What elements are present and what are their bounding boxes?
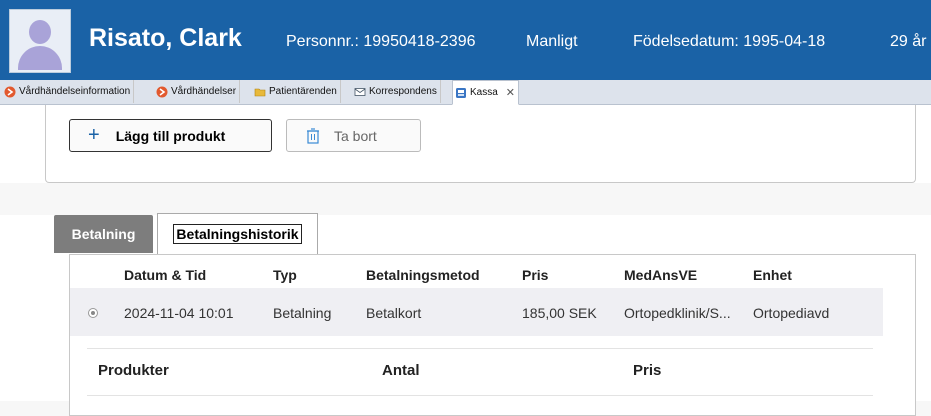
envelope-icon: [354, 87, 366, 96]
plus-icon: +: [88, 124, 100, 146]
cell-typ: Betalning: [273, 305, 332, 321]
column-header-medansve[interactable]: MedAnsVE: [624, 267, 697, 283]
patient-name: Risato, Clark: [89, 24, 242, 52]
tab-betalning[interactable]: Betalning: [54, 215, 153, 253]
tab-vardhandelseinformation[interactable]: Vårdhändelseinformation: [2, 80, 135, 103]
add-product-label: Lägg till produkt: [115, 127, 226, 144]
column-header-typ[interactable]: Typ: [273, 267, 297, 283]
cell-betalningsmetod: Betalkort: [366, 305, 422, 321]
avatar: [9, 9, 71, 73]
patient-header: Risato, Clark Personnr.: 19950418-2396 M…: [0, 0, 931, 80]
birthdate: Födelsedatum: 1995-04-18: [633, 33, 826, 50]
tab-vardhandelser[interactable]: Vårdhändelser: [154, 80, 241, 103]
column-header-produkt-pris: Pris: [633, 362, 662, 379]
column-header-betalningsmetod[interactable]: Betalningsmetod: [366, 267, 480, 283]
column-header-datum[interactable]: Datum & Tid: [124, 267, 206, 283]
cell-pris: 185,00 SEK: [522, 305, 597, 321]
tab-patientarenden[interactable]: Patientärenden: [252, 80, 341, 103]
section-gap: [0, 183, 931, 215]
row-radio[interactable]: [88, 308, 98, 318]
gender: Manligt: [526, 33, 578, 50]
kassa-content: + Lägg till produkt Ta bort Betalning Be…: [0, 105, 931, 416]
cell-medansve: Ortopedklinik/S...: [624, 305, 731, 321]
cell-enhet: Ortopediavd: [753, 305, 830, 321]
delete-label: Ta bort: [334, 127, 377, 144]
age: 29 år: [890, 33, 927, 50]
tab-label: Patientärenden: [269, 86, 337, 97]
divider: [87, 395, 873, 396]
red-record-icon: [156, 86, 168, 97]
column-header-produkter: Produkter: [98, 362, 169, 379]
product-toolbar-panel: + Lägg till produkt Ta bort: [45, 105, 916, 183]
delete-button[interactable]: Ta bort: [286, 119, 421, 152]
tab-label: Korrespondens: [369, 86, 437, 97]
close-icon[interactable]: ✕: [506, 86, 515, 99]
tab-korrespondens[interactable]: Korrespondens: [352, 80, 441, 103]
tab-label: Vårdhändelser: [171, 86, 237, 97]
cash-register-icon: [456, 87, 466, 98]
tab-label: Vårdhändelseinformation: [19, 86, 131, 97]
tab-betalningshistorik[interactable]: Betalningshistorik: [157, 213, 318, 254]
divider: [87, 348, 873, 349]
tab-label: Betalningshistorik: [173, 224, 302, 244]
tab-kassa[interactable]: Kassa ✕: [452, 80, 520, 105]
folder-icon: [254, 88, 266, 96]
column-header-pris[interactable]: Pris: [522, 267, 548, 283]
red-record-icon: [4, 86, 16, 97]
patient-tab-bar: Vårdhändelseinformation Vårdhändelser Pa…: [0, 80, 931, 105]
trash-icon: [307, 127, 319, 144]
column-header-antal: Antal: [382, 362, 420, 379]
column-header-enhet[interactable]: Enhet: [753, 267, 792, 283]
personnr: Personnr.: 19950418-2396: [286, 33, 476, 50]
tab-label: Kassa: [470, 87, 498, 98]
cell-datum: 2024-11-04 10:01: [124, 305, 234, 321]
add-product-button[interactable]: + Lägg till produkt: [69, 119, 272, 152]
